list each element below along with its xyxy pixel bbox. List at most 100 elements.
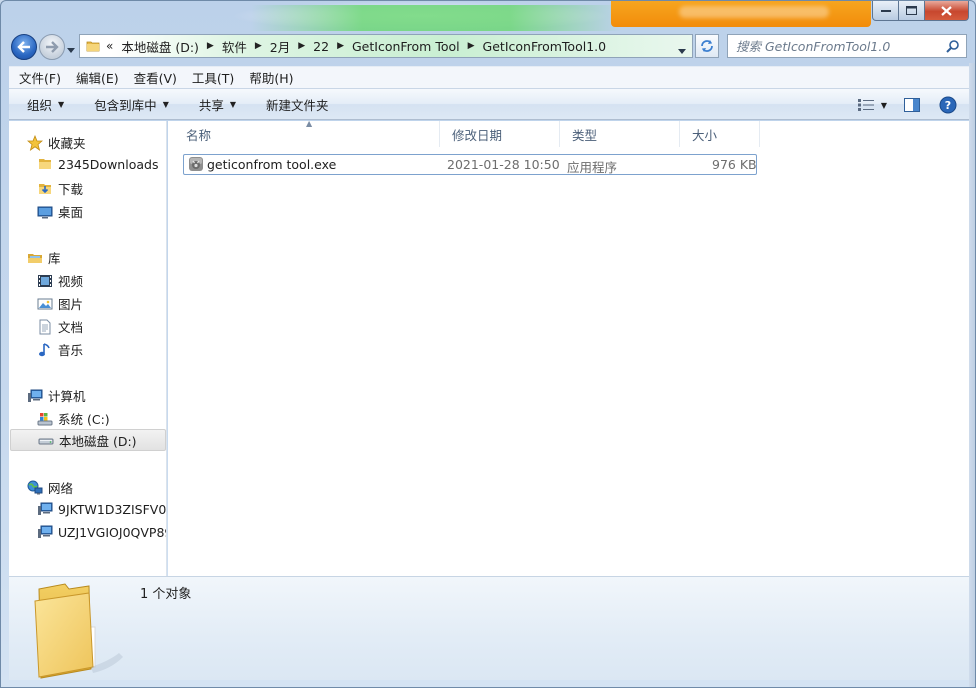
breadcrumb-3[interactable]: 2月 ▶ (262, 37, 305, 56)
menu-tools[interactable]: 工具(T) (187, 68, 239, 87)
refresh-icon (701, 40, 713, 52)
svg-text:?: ? (945, 99, 951, 112)
command-bar: 组织 ▼ 包含到库中 ▼ 共享 ▼ 新建文件夹 ▼ ? (9, 88, 969, 120)
breadcrumb-6[interactable]: GetIconFromTool1.0 (475, 39, 607, 54)
chevron-down-icon (678, 49, 686, 54)
nav-item-network-pc-2[interactable]: UZJ1VGIOJ0QVP89 (37, 524, 166, 540)
window-right-border (969, 63, 975, 687)
refresh-button[interactable] (695, 34, 719, 58)
downloads-folder-icon (37, 181, 53, 197)
search-box[interactable] (727, 34, 967, 58)
chevron-right-icon[interactable]: ▶ (468, 41, 475, 51)
close-button[interactable] (925, 1, 969, 21)
menu-bar: 文件(F) 编辑(E) 查看(V) 工具(T) 帮助(H) (9, 66, 969, 88)
breadcrumb-2[interactable]: 软件 ▶ (214, 37, 262, 56)
nav-network[interactable]: 网络 (27, 478, 73, 497)
nav-computer[interactable]: 计算机 (27, 386, 86, 405)
background-orange-window (611, 1, 871, 27)
nav-favorites[interactable]: 收藏夹 (27, 133, 86, 152)
chevron-right-icon[interactable]: ▶ (207, 41, 214, 51)
share-button[interactable]: 共享 ▼ (199, 95, 236, 114)
maximize-icon (906, 6, 917, 15)
app-file-icon (188, 156, 204, 175)
minimize-button[interactable] (872, 1, 899, 21)
breadcrumb-1[interactable]: 本地磁盘 (D:) ▶ (113, 37, 214, 56)
navigation-pane: 收藏夹 2345Downloads 下载 桌面 库 视频 图片 文档 音乐 计算… (9, 121, 167, 576)
chevron-right-icon[interactable]: ▶ (298, 41, 305, 51)
desktop-icon (37, 204, 53, 220)
network-computer-icon (37, 501, 53, 517)
file-size: 976 KB (712, 157, 757, 172)
explorer-window: « 本地磁盘 (D:) ▶ 软件 ▶ 2月 ▶ 22 ▶ GetIconFrom Too… (0, 0, 976, 688)
help-button[interactable]: ? (937, 95, 959, 115)
arrow-left-icon (17, 41, 30, 53)
file-modified: 2021-01-28 10:50 (447, 157, 560, 172)
column-header-size[interactable]: 大小 (680, 121, 760, 147)
change-view-button[interactable] (855, 95, 877, 115)
chevron-right-icon[interactable]: ▶ (255, 41, 262, 51)
search-icon[interactable] (944, 37, 962, 55)
preview-pane-icon (904, 98, 920, 112)
nav-item-desktop[interactable]: 桌面 (37, 202, 83, 221)
folder-icon (37, 156, 53, 172)
caption-buttons (872, 1, 969, 21)
maximize-button[interactable] (899, 1, 925, 21)
breadcrumb-5[interactable]: GetIconFrom Tool ▶ (344, 39, 475, 54)
chevron-down-icon (67, 48, 75, 53)
folder-large-icon (31, 581, 129, 682)
address-history-dropdown[interactable] (678, 43, 686, 57)
nav-item-drive-c[interactable]: 系统 (C:) (37, 409, 110, 428)
navigation-row: « 本地磁盘 (D:) ▶ 软件 ▶ 2月 ▶ 22 ▶ GetIconFrom Too… (1, 31, 975, 63)
nav-item-documents[interactable]: 文档 (37, 317, 83, 336)
nav-item-drive-d[interactable]: 本地磁盘 (D:) (10, 429, 166, 451)
picture-icon (37, 296, 53, 312)
chevron-down-icon: ▼ (229, 99, 237, 109)
arrow-right-icon (46, 41, 59, 53)
nav-item-network-pc-1[interactable]: 9JKTW1D3ZISFV08 (37, 501, 166, 517)
details-pane: 1 个对象 (9, 576, 969, 680)
nav-item-pictures[interactable]: 图片 (37, 294, 83, 313)
nav-item-2345downloads[interactable]: 2345Downloads (37, 156, 158, 172)
organize-button[interactable]: 组织 ▼ (27, 95, 64, 114)
breadcrumb-4[interactable]: 22 ▶ (305, 39, 344, 54)
chevron-down-icon: ▼ (162, 99, 169, 109)
recent-pages-dropdown[interactable] (67, 42, 75, 56)
hard-drive-icon (38, 432, 54, 448)
table-row[interactable]: geticonfrom tool.exe 2021-01-28 10:50 应用… (183, 154, 757, 175)
menu-edit[interactable]: 编辑(E) (71, 68, 124, 87)
address-overflow[interactable]: « (106, 39, 113, 53)
new-folder-button[interactable]: 新建文件夹 (266, 95, 329, 114)
include-in-library-button[interactable]: 包含到库中 ▼ (94, 95, 169, 114)
view-options-dropdown[interactable]: ▼ (881, 101, 887, 110)
nav-item-downloads[interactable]: 下载 (37, 179, 83, 198)
music-note-icon (37, 342, 53, 358)
close-icon (941, 5, 952, 16)
star-icon (27, 134, 43, 151)
file-name: geticonfrom tool.exe (207, 157, 337, 172)
search-input[interactable] (736, 36, 944, 56)
nav-item-videos[interactable]: 视频 (37, 271, 83, 290)
preview-pane-button[interactable] (901, 95, 923, 115)
menu-view[interactable]: 查看(V) (129, 68, 182, 87)
column-header-modified[interactable]: 修改日期 (440, 121, 560, 147)
address-bar[interactable]: « 本地磁盘 (D:) ▶ 软件 ▶ 2月 ▶ 22 ▶ GetIconFrom Too… (79, 34, 693, 58)
network-icon (27, 480, 43, 496)
nav-libraries[interactable]: 库 (27, 248, 61, 267)
network-computer-icon (37, 524, 53, 540)
nav-item-music[interactable]: 音乐 (37, 340, 83, 359)
document-icon (37, 319, 53, 335)
column-header-type[interactable]: 类型 (560, 121, 680, 147)
item-count: 1 个对象 (140, 587, 192, 602)
chevron-right-icon[interactable]: ▶ (337, 41, 344, 51)
file-list: ▲ 名称 修改日期 类型 大小 geticonfrom tool.exe 202… (168, 119, 969, 576)
forward-button[interactable] (39, 34, 65, 60)
file-type: 应用程序 (567, 160, 618, 175)
column-header-name[interactable]: 名称 (174, 121, 440, 147)
system-drive-icon (37, 411, 53, 427)
menu-file[interactable]: 文件(F) (14, 68, 66, 87)
minimize-icon (880, 9, 891, 12)
chevron-down-icon: ▼ (58, 99, 65, 109)
menu-help[interactable]: 帮助(H) (244, 68, 298, 87)
back-button[interactable] (11, 34, 37, 60)
details-view-icon (857, 99, 874, 111)
